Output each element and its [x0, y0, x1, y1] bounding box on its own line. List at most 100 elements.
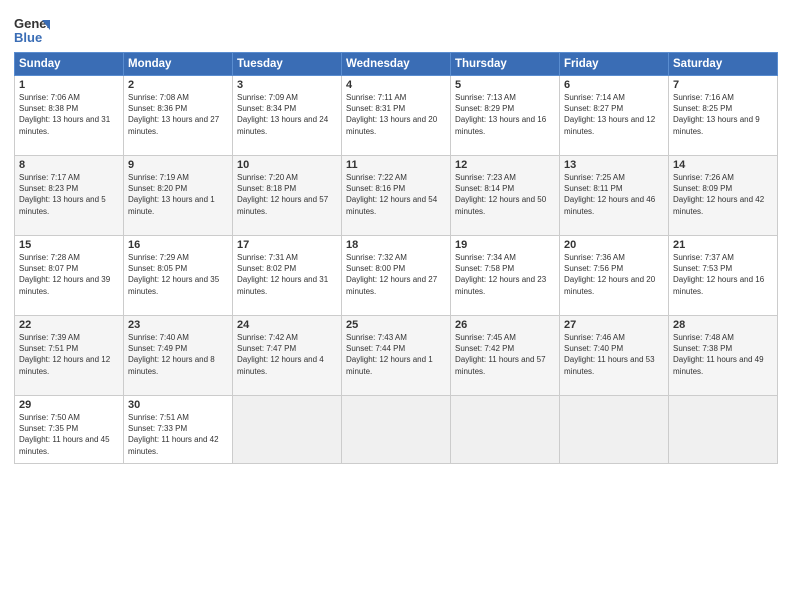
day-info: Sunrise: 7:42 AMSunset: 7:47 PMDaylight:… [237, 332, 337, 377]
day-number: 4 [346, 79, 446, 91]
day-info: Sunrise: 7:29 AMSunset: 8:05 PMDaylight:… [128, 252, 228, 297]
calendar-cell: 11 Sunrise: 7:22 AMSunset: 8:16 PMDaylig… [342, 156, 451, 236]
logo-icon: General Blue [14, 12, 46, 44]
calendar-cell: 21 Sunrise: 7:37 AMSunset: 7:53 PMDaylig… [669, 236, 778, 316]
day-info: Sunrise: 7:46 AMSunset: 7:40 PMDaylight:… [564, 332, 664, 377]
calendar-cell [669, 396, 778, 464]
day-number: 15 [19, 239, 119, 251]
page-header: General Blue [14, 12, 778, 44]
calendar-cell [233, 396, 342, 464]
calendar-cell: 12 Sunrise: 7:23 AMSunset: 8:14 PMDaylig… [451, 156, 560, 236]
day-info: Sunrise: 7:51 AMSunset: 7:33 PMDaylight:… [128, 412, 228, 457]
logo: General Blue [14, 12, 50, 44]
day-info: Sunrise: 7:34 AMSunset: 7:58 PMDaylight:… [455, 252, 555, 297]
day-number: 23 [128, 319, 228, 331]
calendar-cell: 9 Sunrise: 7:19 AMSunset: 8:20 PMDayligh… [124, 156, 233, 236]
calendar-cell [342, 396, 451, 464]
calendar-cell: 25 Sunrise: 7:43 AMSunset: 7:44 PMDaylig… [342, 316, 451, 396]
calendar-cell: 16 Sunrise: 7:29 AMSunset: 8:05 PMDaylig… [124, 236, 233, 316]
day-info: Sunrise: 7:16 AMSunset: 8:25 PMDaylight:… [673, 92, 773, 137]
day-number: 9 [128, 159, 228, 171]
day-number: 14 [673, 159, 773, 171]
calendar-cell: 13 Sunrise: 7:25 AMSunset: 8:11 PMDaylig… [560, 156, 669, 236]
calendar-cell: 8 Sunrise: 7:17 AMSunset: 8:23 PMDayligh… [15, 156, 124, 236]
day-number: 27 [564, 319, 664, 331]
day-number: 20 [564, 239, 664, 251]
calendar-cell: 10 Sunrise: 7:20 AMSunset: 8:18 PMDaylig… [233, 156, 342, 236]
day-info: Sunrise: 7:31 AMSunset: 8:02 PMDaylight:… [237, 252, 337, 297]
day-info: Sunrise: 7:14 AMSunset: 8:27 PMDaylight:… [564, 92, 664, 137]
day-info: Sunrise: 7:48 AMSunset: 7:38 PMDaylight:… [673, 332, 773, 377]
calendar-cell [451, 396, 560, 464]
calendar-cell: 1 Sunrise: 7:06 AMSunset: 8:38 PMDayligh… [15, 76, 124, 156]
day-number: 17 [237, 239, 337, 251]
calendar-cell: 23 Sunrise: 7:40 AMSunset: 7:49 PMDaylig… [124, 316, 233, 396]
calendar-cell: 29 Sunrise: 7:50 AMSunset: 7:35 PMDaylig… [15, 396, 124, 464]
day-info: Sunrise: 7:22 AMSunset: 8:16 PMDaylight:… [346, 172, 446, 217]
day-number: 11 [346, 159, 446, 171]
calendar-cell: 18 Sunrise: 7:32 AMSunset: 8:00 PMDaylig… [342, 236, 451, 316]
calendar-cell: 20 Sunrise: 7:36 AMSunset: 7:56 PMDaylig… [560, 236, 669, 316]
calendar-cell: 26 Sunrise: 7:45 AMSunset: 7:42 PMDaylig… [451, 316, 560, 396]
day-info: Sunrise: 7:23 AMSunset: 8:14 PMDaylight:… [455, 172, 555, 217]
day-number: 26 [455, 319, 555, 331]
calendar-cell: 30 Sunrise: 7:51 AMSunset: 7:33 PMDaylig… [124, 396, 233, 464]
calendar-header-saturday: Saturday [669, 53, 778, 76]
calendar-cell: 7 Sunrise: 7:16 AMSunset: 8:25 PMDayligh… [669, 76, 778, 156]
calendar-header-thursday: Thursday [451, 53, 560, 76]
calendar-cell: 4 Sunrise: 7:11 AMSunset: 8:31 PMDayligh… [342, 76, 451, 156]
day-number: 29 [19, 399, 119, 411]
calendar-cell: 17 Sunrise: 7:31 AMSunset: 8:02 PMDaylig… [233, 236, 342, 316]
day-info: Sunrise: 7:43 AMSunset: 7:44 PMDaylight:… [346, 332, 446, 377]
day-number: 3 [237, 79, 337, 91]
calendar-cell: 22 Sunrise: 7:39 AMSunset: 7:51 PMDaylig… [15, 316, 124, 396]
day-number: 19 [455, 239, 555, 251]
calendar-cell: 5 Sunrise: 7:13 AMSunset: 8:29 PMDayligh… [451, 76, 560, 156]
calendar-header-sunday: Sunday [15, 53, 124, 76]
day-info: Sunrise: 7:45 AMSunset: 7:42 PMDaylight:… [455, 332, 555, 377]
day-info: Sunrise: 7:06 AMSunset: 8:38 PMDaylight:… [19, 92, 119, 137]
day-number: 18 [346, 239, 446, 251]
day-info: Sunrise: 7:11 AMSunset: 8:31 PMDaylight:… [346, 92, 446, 137]
svg-text:General: General [14, 16, 50, 31]
day-info: Sunrise: 7:40 AMSunset: 7:49 PMDaylight:… [128, 332, 228, 377]
calendar-cell: 3 Sunrise: 7:09 AMSunset: 8:34 PMDayligh… [233, 76, 342, 156]
calendar-header-wednesday: Wednesday [342, 53, 451, 76]
day-info: Sunrise: 7:39 AMSunset: 7:51 PMDaylight:… [19, 332, 119, 377]
day-info: Sunrise: 7:28 AMSunset: 8:07 PMDaylight:… [19, 252, 119, 297]
calendar-header-tuesday: Tuesday [233, 53, 342, 76]
calendar-header-monday: Monday [124, 53, 233, 76]
day-number: 5 [455, 79, 555, 91]
day-number: 8 [19, 159, 119, 171]
day-number: 16 [128, 239, 228, 251]
day-info: Sunrise: 7:09 AMSunset: 8:34 PMDaylight:… [237, 92, 337, 137]
day-info: Sunrise: 7:17 AMSunset: 8:23 PMDaylight:… [19, 172, 119, 217]
day-number: 25 [346, 319, 446, 331]
calendar-cell: 2 Sunrise: 7:08 AMSunset: 8:36 PMDayligh… [124, 76, 233, 156]
day-number: 13 [564, 159, 664, 171]
day-info: Sunrise: 7:32 AMSunset: 8:00 PMDaylight:… [346, 252, 446, 297]
day-number: 7 [673, 79, 773, 91]
day-info: Sunrise: 7:20 AMSunset: 8:18 PMDaylight:… [237, 172, 337, 217]
calendar-cell: 24 Sunrise: 7:42 AMSunset: 7:47 PMDaylig… [233, 316, 342, 396]
day-info: Sunrise: 7:50 AMSunset: 7:35 PMDaylight:… [19, 412, 119, 457]
calendar-cell: 6 Sunrise: 7:14 AMSunset: 8:27 PMDayligh… [560, 76, 669, 156]
day-info: Sunrise: 7:36 AMSunset: 7:56 PMDaylight:… [564, 252, 664, 297]
day-info: Sunrise: 7:19 AMSunset: 8:20 PMDaylight:… [128, 172, 228, 217]
calendar-table: SundayMondayTuesdayWednesdayThursdayFrid… [14, 52, 778, 464]
day-number: 30 [128, 399, 228, 411]
calendar-cell: 15 Sunrise: 7:28 AMSunset: 8:07 PMDaylig… [15, 236, 124, 316]
day-number: 28 [673, 319, 773, 331]
calendar-cell: 14 Sunrise: 7:26 AMSunset: 8:09 PMDaylig… [669, 156, 778, 236]
day-info: Sunrise: 7:08 AMSunset: 8:36 PMDaylight:… [128, 92, 228, 137]
svg-text:Blue: Blue [14, 30, 42, 45]
day-number: 22 [19, 319, 119, 331]
day-info: Sunrise: 7:37 AMSunset: 7:53 PMDaylight:… [673, 252, 773, 297]
calendar-header-friday: Friday [560, 53, 669, 76]
day-info: Sunrise: 7:25 AMSunset: 8:11 PMDaylight:… [564, 172, 664, 217]
calendar-cell: 27 Sunrise: 7:46 AMSunset: 7:40 PMDaylig… [560, 316, 669, 396]
day-number: 10 [237, 159, 337, 171]
day-number: 12 [455, 159, 555, 171]
day-info: Sunrise: 7:26 AMSunset: 8:09 PMDaylight:… [673, 172, 773, 217]
day-number: 24 [237, 319, 337, 331]
